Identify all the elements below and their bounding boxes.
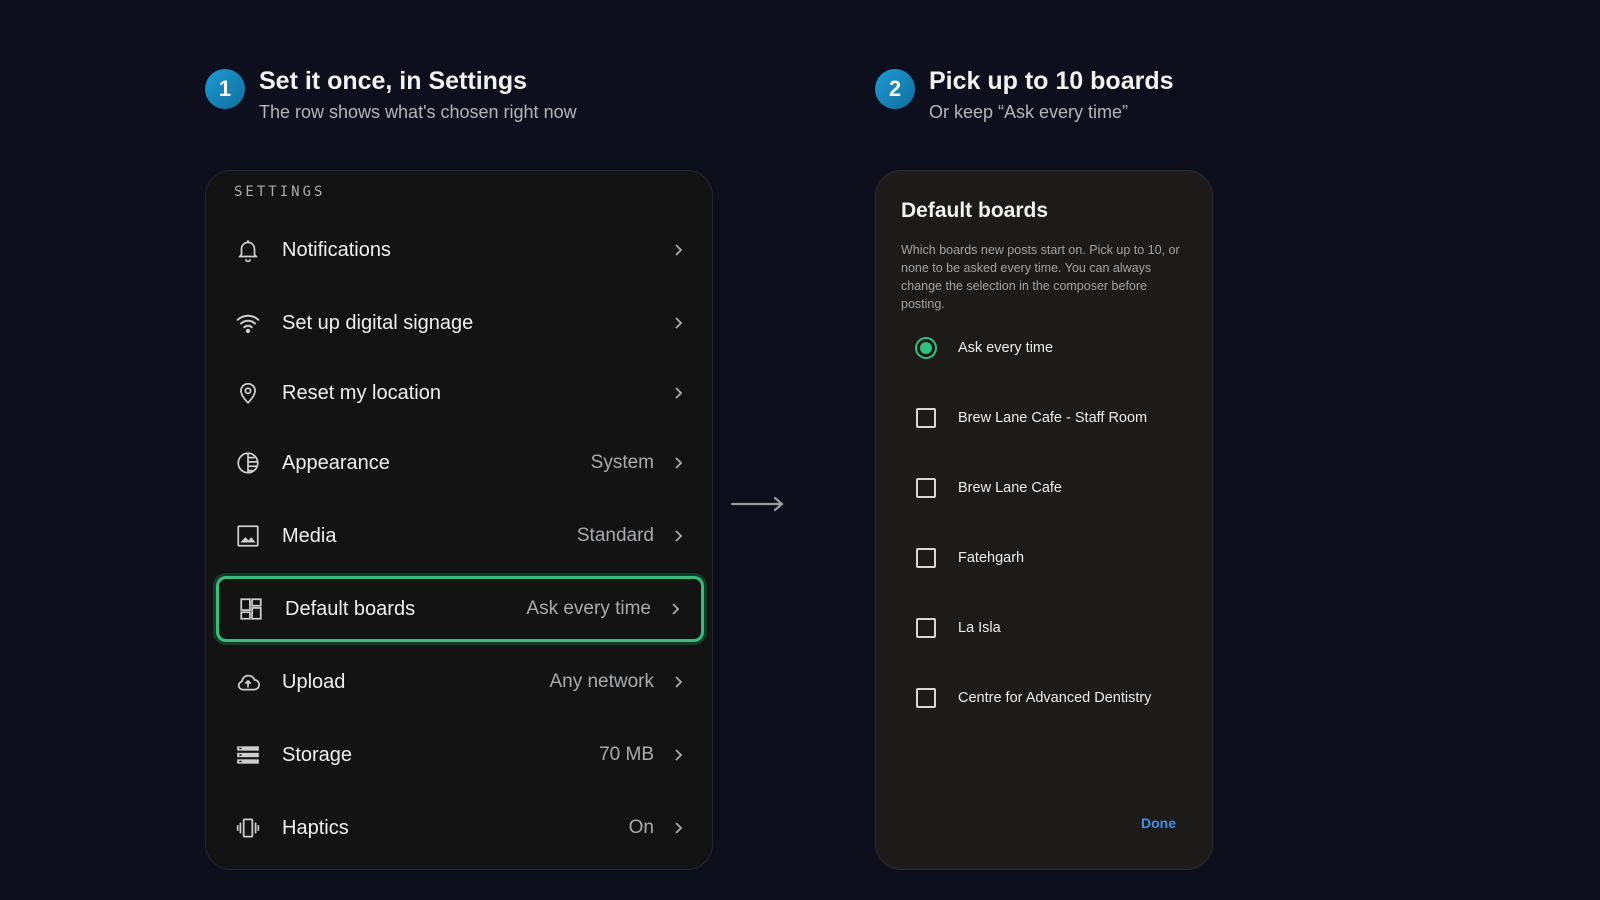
dialog-description: Which boards new posts start on. Pick up… bbox=[901, 243, 1180, 311]
settings-section-label: SETTINGS bbox=[234, 184, 326, 200]
done-button[interactable]: Done bbox=[1141, 815, 1176, 831]
chevron-right-icon bbox=[675, 676, 683, 688]
wifi-icon bbox=[234, 309, 262, 337]
default-boards-dialog: Default boards Which boards new posts st… bbox=[875, 170, 1213, 870]
settings-row-value: On bbox=[628, 817, 654, 838]
chevron-right-icon bbox=[675, 530, 683, 542]
settings-row-haptics[interactable]: Haptics On bbox=[216, 795, 704, 861]
dialog-title: Default boards bbox=[901, 199, 1049, 222]
option-ask-every-time[interactable]: Ask every time bbox=[914, 333, 1194, 363]
option-centre-for-advanced-dentistry[interactable]: Centre for Advanced Dentistry bbox=[914, 683, 1194, 713]
settings-row-label: Default boards bbox=[285, 597, 416, 620]
cloud-upload-icon bbox=[234, 668, 262, 696]
chevron-right-icon bbox=[675, 244, 683, 256]
settings-row-label: Set up digital signage bbox=[282, 311, 474, 334]
settings-row-upload[interactable]: Upload Any network bbox=[216, 649, 704, 715]
settings-row-label: Upload bbox=[282, 670, 346, 693]
option-label: Fatehgarh bbox=[958, 550, 1025, 566]
settings-row-value: System bbox=[590, 452, 654, 473]
option-label: Brew Lane Cafe - Staff Room bbox=[958, 410, 1148, 426]
chevron-right-icon bbox=[672, 603, 680, 615]
chevron-right-icon bbox=[675, 457, 683, 469]
option-label: Centre for Advanced Dentistry bbox=[958, 690, 1152, 706]
checkbox[interactable] bbox=[916, 408, 936, 428]
chevron-right-icon bbox=[675, 822, 683, 834]
storage-icon bbox=[234, 741, 262, 769]
option-label: Ask every time bbox=[958, 340, 1054, 356]
settings-row-value: Standard bbox=[576, 525, 654, 546]
step-2-subtitle: Or keep “Ask every time” bbox=[929, 102, 1129, 122]
settings-row-media[interactable]: Media Standard bbox=[216, 503, 704, 569]
option-brew-lane-cafe[interactable]: Brew Lane Cafe bbox=[914, 473, 1194, 503]
settings-row-value: Ask every time bbox=[526, 598, 651, 619]
chevron-right-icon bbox=[675, 317, 683, 329]
chevron-right-icon bbox=[675, 749, 683, 761]
image-icon bbox=[234, 522, 262, 550]
bell-icon bbox=[234, 236, 262, 264]
radio-selected-dot bbox=[920, 342, 932, 354]
chevron-right-icon bbox=[675, 387, 683, 399]
settings-row-label: Media bbox=[282, 524, 337, 547]
settings-row-value: Any network bbox=[549, 671, 654, 692]
settings-row-value: 70 MB bbox=[599, 744, 654, 765]
step-2-badge: 2 bbox=[875, 69, 915, 109]
arrow-right-icon bbox=[730, 496, 784, 512]
option-label: Brew Lane Cafe bbox=[958, 480, 1062, 496]
settings-row-digital-signage[interactable]: Set up digital signage bbox=[216, 290, 704, 356]
step-1-header: 1 Set it once, in Settings The row shows… bbox=[205, 66, 577, 123]
step-1-title: Set it once, in Settings bbox=[259, 67, 528, 95]
settings-row-appearance[interactable]: Appearance System bbox=[216, 430, 704, 496]
settings-row-reset-location[interactable]: Reset my location bbox=[216, 360, 704, 426]
checkbox[interactable] bbox=[916, 618, 936, 638]
settings-row-label: Haptics bbox=[282, 816, 349, 839]
step-1-subtitle: The row shows what's chosen right now bbox=[259, 102, 577, 122]
step-2-header: 2 Pick up to 10 boards Or keep “Ask ever… bbox=[875, 66, 1174, 123]
settings-row-storage[interactable]: Storage 70 MB bbox=[216, 722, 704, 788]
dashboard-icon bbox=[237, 595, 265, 623]
checkbox[interactable] bbox=[916, 688, 936, 708]
option-la-isla[interactable]: La Isla bbox=[914, 613, 1194, 643]
settings-row-notifications[interactable]: Notifications bbox=[216, 217, 704, 283]
settings-row-label: Notifications bbox=[282, 238, 391, 261]
contrast-icon bbox=[234, 449, 262, 477]
location-pin-icon bbox=[234, 379, 262, 407]
option-fatehgarh[interactable]: Fatehgarh bbox=[914, 543, 1194, 573]
settings-row-default-boards[interactable]: Default boards Ask every time bbox=[216, 576, 704, 642]
checkbox[interactable] bbox=[916, 548, 936, 568]
step-1-badge: 1 bbox=[205, 69, 245, 109]
settings-panel: SETTINGS Notifications Set up digital si… bbox=[205, 170, 713, 870]
checkbox[interactable] bbox=[916, 478, 936, 498]
vibration-icon bbox=[234, 814, 262, 842]
step-2-title: Pick up to 10 boards bbox=[929, 67, 1174, 95]
radio-button[interactable] bbox=[915, 337, 937, 359]
settings-row-label: Reset my location bbox=[282, 381, 441, 404]
option-brew-lane-cafe-staff-room[interactable]: Brew Lane Cafe - Staff Room bbox=[914, 403, 1194, 433]
settings-row-label: Storage bbox=[282, 743, 353, 766]
option-label: La Isla bbox=[958, 620, 1001, 636]
settings-row-label: Appearance bbox=[282, 451, 390, 474]
